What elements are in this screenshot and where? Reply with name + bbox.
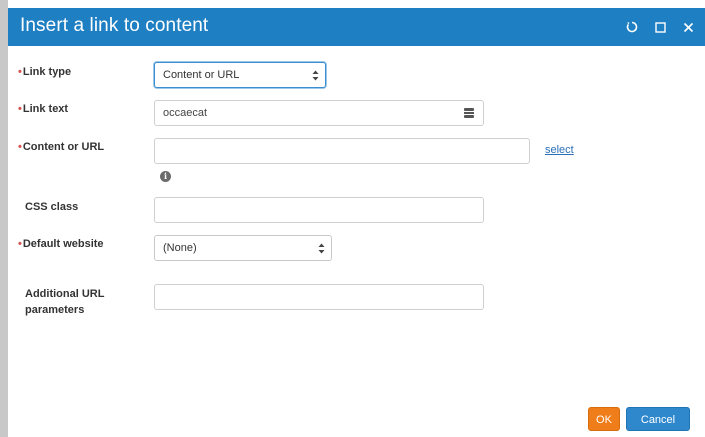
- required-marker: •: [18, 66, 22, 78]
- select-link[interactable]: select: [545, 144, 574, 156]
- content-or-url-label-text: Content or URL: [22, 141, 105, 153]
- dialog-titlebar[interactable]: Insert a link to content: [8, 8, 705, 46]
- close-icon[interactable]: [681, 20, 695, 34]
- required-marker: •: [18, 238, 22, 250]
- required-marker: •: [18, 141, 22, 153]
- additional-url-parameters-label-line2: parameters: [25, 304, 85, 316]
- default-website-label: •Default website: [18, 236, 104, 252]
- required-marker: •: [18, 103, 22, 115]
- dialog-title: Insert a link to content: [20, 15, 209, 36]
- additional-url-parameters-input[interactable]: [154, 284, 484, 310]
- link-text-label-text: Link text: [22, 103, 69, 115]
- link-type-value: Content or URL: [163, 69, 240, 81]
- select-arrows-icon: [312, 70, 319, 81]
- default-website-value: (None): [163, 242, 197, 254]
- window-controls: [625, 17, 695, 37]
- restore-icon[interactable]: [625, 20, 639, 34]
- link-form: •Link type Content or URL •Link text occ…: [8, 46, 705, 437]
- link-type-label: •Link type: [18, 64, 71, 80]
- default-website-label-text: Default website: [22, 238, 104, 250]
- content-or-url-input[interactable]: [154, 138, 530, 164]
- link-text-value: occaecat: [163, 107, 208, 119]
- macro-icon[interactable]: [463, 107, 475, 119]
- select-arrows-icon: [318, 243, 325, 254]
- link-text-input[interactable]: occaecat: [154, 100, 484, 126]
- link-type-select[interactable]: Content or URL: [154, 62, 326, 88]
- additional-url-parameters-label-line1: Additional URL: [25, 288, 105, 300]
- page: Insert a link to content •Link type Cont…: [0, 0, 705, 437]
- insert-link-dialog: Insert a link to content •Link type Cont…: [0, 0, 705, 437]
- link-type-label-text: Link type: [22, 66, 72, 78]
- link-text-label: •Link text: [18, 101, 68, 117]
- info-icon[interactable]: i: [160, 171, 171, 182]
- content-or-url-label: •Content or URL: [18, 139, 104, 155]
- ok-button[interactable]: OK: [588, 407, 620, 431]
- maximize-icon[interactable]: [653, 20, 667, 34]
- additional-url-parameters-label: Additional URL parameters: [25, 286, 104, 318]
- default-website-select[interactable]: (None): [154, 235, 332, 261]
- css-class-label: CSS class: [25, 201, 79, 213]
- cancel-button[interactable]: Cancel: [626, 407, 690, 431]
- css-class-input[interactable]: [154, 197, 484, 223]
